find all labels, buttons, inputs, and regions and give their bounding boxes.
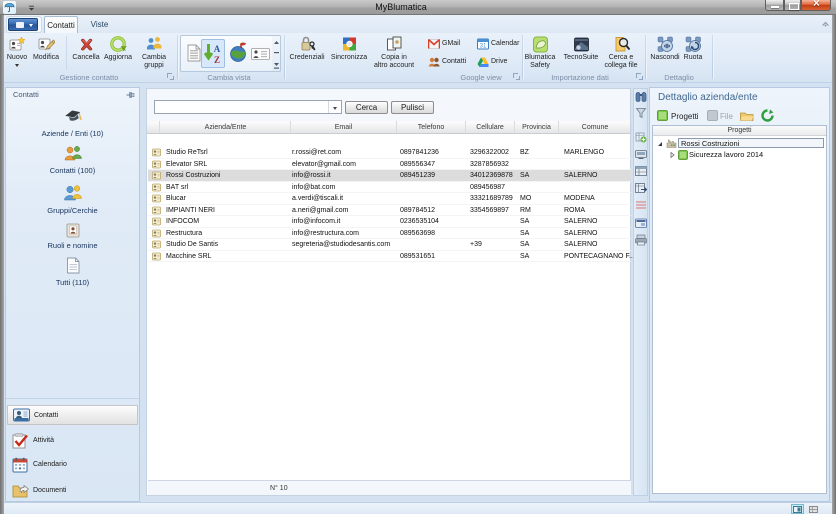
svg-text:Z: Z <box>214 55 220 65</box>
svg-text:31: 31 <box>480 44 487 50</box>
svg-text:A: A <box>214 44 221 54</box>
